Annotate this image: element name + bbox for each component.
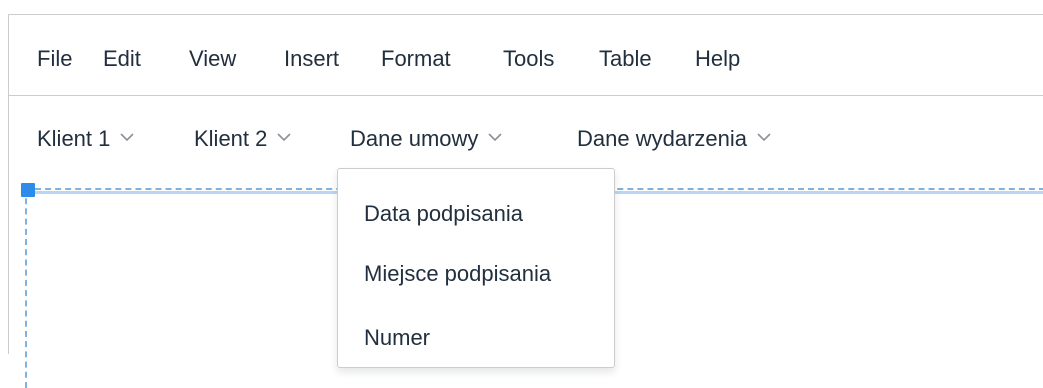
toolbar-klient-1-menu[interactable]: Klient 1 [37,126,135,152]
chevron-down-icon [276,132,292,142]
menubar: File Edit View Insert Format Tools Table… [9,15,1043,96]
toolbar-klient-2-label: Klient 2 [194,126,268,151]
chevron-down-icon [756,132,772,142]
menu-tools[interactable]: Tools [503,46,554,72]
toolbar-klient-2-menu[interactable]: Klient 2 [194,126,292,152]
dane-umowy-dropdown-menu: Data podpisania Miejsce podpisania Numer [337,168,615,368]
toolbar-dane-umowy-menu[interactable]: Dane umowy [350,126,503,152]
menu-format[interactable]: Format [381,46,451,72]
dropdown-item-miejsce-podpisania[interactable]: Miejsce podpisania [364,261,551,287]
toolbar-klient-1-label: Klient 1 [37,126,111,151]
toolbar-dane-wydarzenia-label: Dane wydarzenia [577,126,747,151]
toolbar: Klient 1 Klient 2 Dane umowy Dane wydarz… [9,96,1043,178]
menu-file[interactable]: File [37,46,72,72]
menu-table[interactable]: Table [599,46,652,72]
toolbar-dane-umowy-label: Dane umowy [350,126,479,151]
menu-view[interactable]: View [189,46,236,72]
chevron-down-icon [487,132,503,142]
menu-help[interactable]: Help [695,46,740,72]
dropdown-item-data-podpisania[interactable]: Data podpisania [364,201,523,227]
menu-edit[interactable]: Edit [103,46,141,72]
chevron-down-icon [119,132,135,142]
toolbar-dane-wydarzenia-menu[interactable]: Dane wydarzenia [577,126,772,152]
menu-insert[interactable]: Insert [284,46,339,72]
dropdown-item-numer[interactable]: Numer [364,325,430,351]
resize-handle[interactable] [21,183,35,197]
